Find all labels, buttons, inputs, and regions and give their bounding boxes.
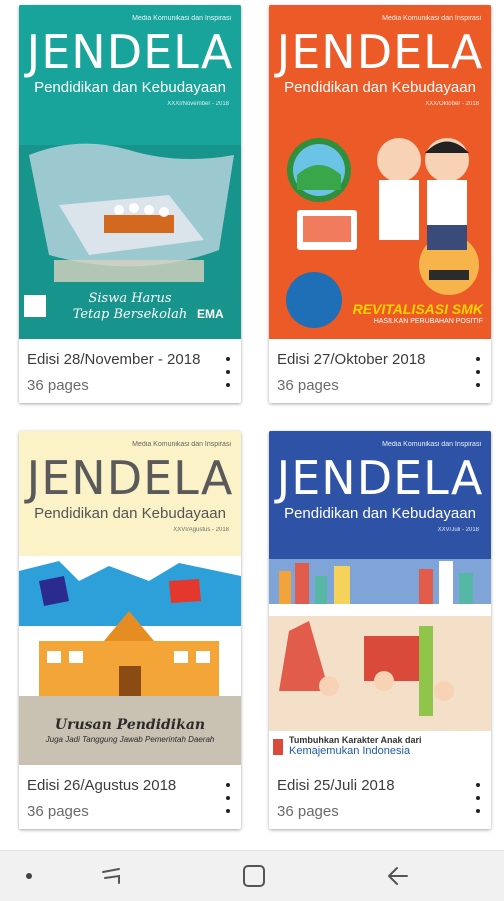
cover-issue: XXVI/Agustus - 2018 bbox=[173, 527, 229, 533]
cover-issue: XXXI/November - 2018 bbox=[167, 101, 229, 107]
cover-image[interactable]: Media Komunikasi dan Inspirasi JENDELA P… bbox=[19, 431, 241, 765]
cover-subtitle: Pendidikan dan Kebudayaan bbox=[34, 505, 226, 522]
publication-grid: Media Komunikasi dan Inspirasi JENDELA P… bbox=[0, 0, 504, 850]
cover-kicker: Media Komunikasi dan Inspirasi bbox=[382, 441, 481, 448]
card-meta: Edisi 28/November - 2018 36 pages bbox=[19, 339, 241, 403]
more-options-icon[interactable] bbox=[221, 783, 235, 813]
cover-issue: XXX/Oktober - 2018 bbox=[425, 101, 479, 107]
back-icon[interactable] bbox=[376, 851, 420, 901]
cover-logo: EMA bbox=[197, 307, 224, 321]
cover-headline: REVITALISASI SMK HASILKAN PERUBAHAN POSI… bbox=[353, 301, 483, 325]
cover-headline-line1: REVITALISASI SMK bbox=[352, 301, 483, 317]
edition-label: Edisi 27/Oktober 2018 bbox=[277, 351, 426, 368]
more-options-icon[interactable] bbox=[221, 357, 235, 387]
cover-headline-line1: Urusan Pendidikan bbox=[54, 717, 206, 733]
cover-kicker: Media Komunikasi dan Inspirasi bbox=[132, 15, 231, 22]
cover-headline: Urusan Pendidikan Juga Jadi Tanggung Jaw… bbox=[29, 717, 231, 744]
cover-issue: XXV/Juli - 2018 bbox=[437, 527, 479, 533]
page-count: 36 pages bbox=[27, 803, 89, 820]
cover-headline-line2: Tetap Bersekolah bbox=[72, 307, 188, 322]
cover-title: JENDELA bbox=[26, 25, 234, 79]
cover-subtitle: Pendidikan dan Kebudayaan bbox=[34, 79, 226, 96]
edition-label: Edisi 25/Juli 2018 bbox=[277, 777, 395, 794]
cover-title: JENDELA bbox=[276, 451, 484, 505]
home-icon[interactable] bbox=[232, 851, 276, 901]
more-options-icon[interactable] bbox=[471, 357, 485, 387]
more-options-icon[interactable] bbox=[471, 783, 485, 813]
page-count: 36 pages bbox=[277, 377, 339, 394]
card-meta: Edisi 25/Juli 2018 36 pages bbox=[269, 765, 491, 829]
publication-card[interactable]: Media Komunikasi dan Inspirasi JENDELA P… bbox=[269, 431, 491, 829]
page-count: 36 pages bbox=[277, 803, 339, 820]
cover-kicker: Media Komunikasi dan Inspirasi bbox=[382, 15, 481, 22]
recent-apps-icon[interactable] bbox=[90, 851, 134, 901]
edition-label: Edisi 26/Agustus 2018 bbox=[27, 777, 177, 794]
publication-card[interactable]: Media Komunikasi dan Inspirasi JENDELA P… bbox=[269, 5, 491, 403]
cover-headline-line2: Kemajemukan Indonesia bbox=[289, 745, 411, 757]
cover-headline: Siswa Harus Tetap Bersekolah bbox=[49, 291, 211, 323]
card-meta: Edisi 26/Agustus 2018 36 pages bbox=[19, 765, 241, 829]
cover-subtitle: Pendidikan dan Kebudayaan bbox=[284, 505, 476, 522]
card-meta: Edisi 27/Oktober 2018 36 pages bbox=[269, 339, 491, 403]
cover-headline-line2: HASILKAN PERUBAHAN POSITIF bbox=[373, 318, 483, 325]
publication-card[interactable]: Media Komunikasi dan Inspirasi JENDELA P… bbox=[19, 5, 241, 403]
cover-kicker: Media Komunikasi dan Inspirasi bbox=[132, 441, 231, 448]
page-count: 36 pages bbox=[27, 377, 89, 394]
system-navigation-bar bbox=[0, 850, 504, 901]
cover-headline: Tumbuhkan Karakter Anak dari Kemajemukan… bbox=[289, 735, 485, 757]
dot-indicator-icon[interactable] bbox=[14, 851, 44, 901]
cover-image[interactable]: Media Komunikasi dan Inspirasi JENDELA P… bbox=[269, 431, 491, 765]
cover-title: JENDELA bbox=[276, 25, 484, 79]
cover-subtitle: Pendidikan dan Kebudayaan bbox=[284, 79, 476, 96]
cover-title: JENDELA bbox=[26, 451, 234, 505]
cover-headline-line1: Siswa Harus bbox=[88, 291, 172, 306]
cover-headline-line2: Juga Jadi Tanggung Jawab Pemerintah Daer… bbox=[45, 735, 215, 744]
cover-image[interactable]: Media Komunikasi dan Inspirasi JENDELA P… bbox=[19, 5, 241, 339]
edition-label: Edisi 28/November - 2018 bbox=[27, 351, 201, 368]
cover-image[interactable]: Media Komunikasi dan Inspirasi JENDELA P… bbox=[269, 5, 491, 339]
cover-headline-line1: Tumbuhkan Karakter Anak dari bbox=[289, 735, 422, 745]
publication-card[interactable]: Media Komunikasi dan Inspirasi JENDELA P… bbox=[19, 431, 241, 829]
